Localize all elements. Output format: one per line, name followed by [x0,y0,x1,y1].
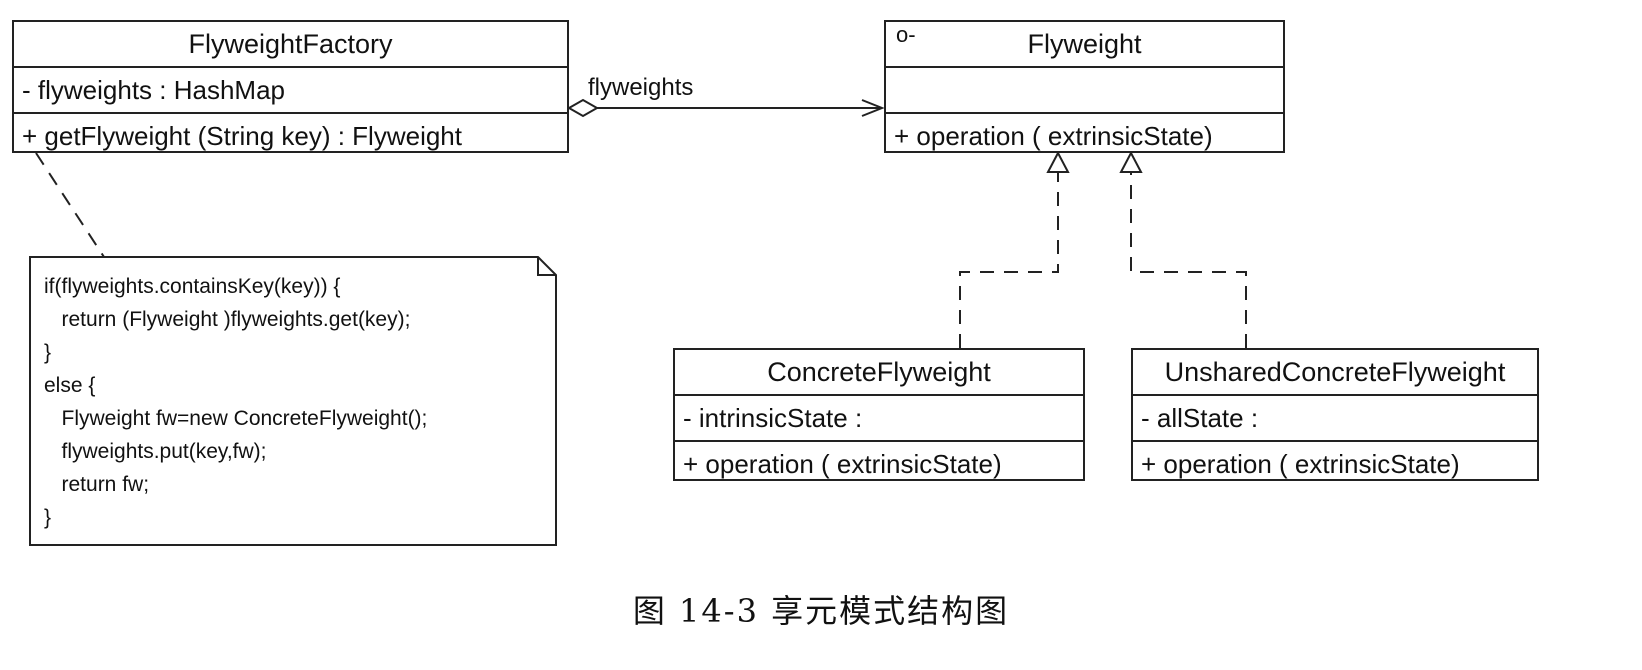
concrete-flyweight-class: ConcreteFlyweight - intrinsicState : + o… [673,348,1085,481]
class-name: UnsharedConcreteFlyweight [1133,350,1537,396]
class-operation: + getFlyweight (String key) : Flyweight [22,121,462,151]
interface-icon: o- [896,22,916,47]
realization-unshared [1119,150,1247,348]
note-line: return fw; [44,473,150,496]
class-name: o- Flyweight [886,22,1283,68]
note-line: return (Flyweight )flyweights.get(key); [44,308,411,331]
flyweight-factory-class: FlyweightFactory - flyweights : HashMap … [12,20,569,153]
unshared-concrete-flyweight-class: UnsharedConcreteFlyweight - allState : +… [1131,348,1539,481]
class-name: FlyweightFactory [14,22,567,68]
association-label: flyweights [588,74,694,101]
class-operation: + operation ( extrinsicState) [683,449,1002,479]
code-note: if(flyweights.containsKey(key)) { return… [30,257,556,545]
note-line: else { [44,374,96,397]
note-line: flyweights.put(key,fw); [44,440,267,463]
class-operation: + operation ( extrinsicState) [894,121,1213,151]
note-line: Flyweight fw=new ConcreteFlyweight(); [44,407,428,430]
class-attribute: - allState : [1133,396,1537,442]
flyweight-interface: o- Flyweight + operation ( extrinsicStat… [884,20,1285,153]
realization-concrete [959,150,1070,348]
note-line: } [44,506,52,529]
note-line: } [44,341,52,364]
interface-name: Flyweight [1027,29,1142,59]
class-operation: + operation ( extrinsicState) [1141,449,1460,479]
class-name: ConcreteFlyweight [675,350,1083,396]
class-attribute [886,68,1283,114]
note-line: if(flyweights.containsKey(key)) { [44,275,341,298]
note-anchor-line [35,152,105,258]
class-attribute: - intrinsicState : [675,396,1083,442]
figure-caption: 图 14-3 享元模式结构图 [632,592,1010,630]
class-attribute: - flyweights : HashMap [14,68,567,114]
